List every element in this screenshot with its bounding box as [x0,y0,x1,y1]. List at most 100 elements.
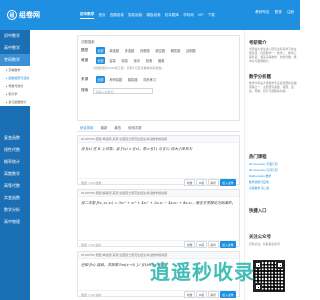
collect-button[interactable]: 收藏 [184,240,196,249]
search-input[interactable]: 请输入关键词 [93,88,153,94]
chip-type-judge[interactable]: 判断题 [138,47,151,54]
sidebar-item-higher-algebra[interactable]: 高等代数 [0,180,30,192]
course-link[interactable]: 3D Geometry 空间几何 [249,168,278,172]
filter-row-type: 题型 全部 单选题 多选题 判断题 填空题 解答题 证明题 [81,47,197,54]
analysis-button[interactable]: 解析 [207,240,219,249]
sidebar-item-junior-math[interactable]: 初中数学 [0,30,30,42]
chip-type-answer[interactable]: 解答题 [169,47,182,54]
tab-hottest[interactable]: 最热 [114,125,121,130]
nav-vip[interactable]: VIP [198,12,204,18]
analysis-button[interactable]: 解析 [207,290,219,299]
report-error-button[interactable]: 纠错 [196,240,207,249]
question-text: 设 f(x) 在 R 上可导，且 f′(x) > f(x)，则 e·f(1) 与… [81,147,193,151]
report-error-button[interactable]: 纠错 [196,290,207,299]
chip-src-all[interactable]: 全部 [95,76,106,83]
logo-icon: 组 [7,10,17,20]
question-stem: 设二次型 f(x₁,x₂,x₃) = 3x₁² + x₂² + 4x₃² + 2… [78,197,239,240]
section-text: 扫码关注，获取最新资讯 [249,242,280,246]
nav-school-bank[interactable]: 校本题库 [165,12,179,19]
tab-newest[interactable]: 最新 [101,125,108,130]
section-text: 考研是大学生进入研究生阶段学习的主要途径，包括数学一、数学二、数学三等科目，涵盖… [249,47,297,63]
chip-type-proof[interactable]: 证明题 [184,47,197,54]
sidebar-sub-label: 函数极限与连续 [8,76,30,80]
sidebar-sub-derivative[interactable]: ▸导数与微分 [0,82,30,90]
filter-label: 难度 [81,57,89,62]
nav-template[interactable]: 模板组卷 [146,12,160,19]
course-link[interactable]: 数学建模与应用 [249,180,269,184]
filter-panel: 试题搜索 题型 全部 单选题 多选题 判断题 填空题 解答题 证明题 难度 全部… [77,35,240,121]
filter-label: 搜索 [81,88,89,92]
question-actions: 收藏 纠错 解析 加入试卷 [184,290,236,299]
filter-row-source: 来源 全部 考研真题 模拟题 同步练习 [81,76,158,83]
collect-button[interactable]: 收藏 [184,290,196,299]
sidebar-item-complex[interactable]: 复变函数 [0,132,30,144]
chip-src-real[interactable]: 考研真题 [108,76,124,83]
question-stem: 设 f(x) 在 R 上可导，且 f′(x) > f(x)，则 e·f(1) 与… [78,143,239,178]
course-link[interactable]: 高等数学 第二版 [249,186,269,190]
chip-src-mock[interactable]: 模拟题 [126,76,139,83]
chip-diff-hard[interactable]: 困难 [156,57,166,64]
teacher-zone-link[interactable]: 教师专区 [255,10,269,15]
sort-tabs: 综合排序 最新 最热 使用次数 [77,124,240,132]
chip-type-single[interactable]: 单选题 [108,47,121,54]
sidebar-item-discrete[interactable]: 离散数学 [0,168,30,180]
chip-diff-all[interactable]: 全部 [95,57,106,64]
sidebar-sub-limits[interactable]: ▸函数极限与连续 [0,74,30,82]
sidebar-sub-label: 积分学 [8,92,18,96]
collect-button[interactable]: 收藏 [184,178,196,187]
course-link[interactable]: Mathematics 数学 [249,174,271,178]
filter-note: 试题数量共1200余万题，另有5万套试卷等你来组卷。 [93,66,165,70]
question-difficulty: 难度: 0.65 较难 [81,180,102,185]
filter-row-difficulty: 难度 全部 容易 较易 适中 较难 困难 [81,57,166,64]
tab-usage[interactable]: 使用次数 [128,125,142,130]
question-card: ID:165754 题型:单选题 来源:全国硕士研究生招生考试数学模拟题 设 f… [77,135,240,187]
analysis-button[interactable]: 解析 [207,178,219,187]
chip-diff-fairly-hard[interactable]: 较难 [144,57,154,64]
question-difficulty: 难度: 0.40 适中 [81,292,102,297]
login-link[interactable]: 登录 [275,10,282,15]
sidebar-item-physics[interactable]: 高中物理 [0,216,30,228]
nav-home[interactable]: 首页 [98,12,105,19]
question-actions: 收藏 纠错 解析 加入试卷 [184,178,236,187]
sidebar-sub-advanced-math[interactable]: ▾高等数学 [0,66,30,74]
chip-diff-medium[interactable]: 适中 [132,57,142,64]
sidebar-item-real-analysis[interactable]: 实变函数 [0,192,30,204]
sidebar-sub-integral[interactable]: ▸积分学 [0,90,30,98]
add-to-paper-button[interactable]: 加入试卷 [219,240,236,249]
question-footer: 难度: 0.40 适中 收藏 纠错 解析 加入试卷 [78,290,239,299]
site-logo[interactable]: 组 组卷网 [7,8,40,22]
add-to-paper-button[interactable]: 加入试卷 [219,290,236,299]
sidebar-sub-label: 导数与微分 [8,84,24,88]
tab-overall[interactable]: 综合排序 [80,125,94,130]
sidebar-item-senior-math[interactable]: 高中数学 [0,42,30,54]
section-title: 数学分析题 [249,74,271,79]
register-link[interactable]: 注册 [287,10,294,15]
qr-corner [276,261,284,269]
nav-subject[interactable]: 初中数学 [80,11,95,19]
chip-type-fill[interactable]: 填空题 [154,47,167,54]
chip-type-multi[interactable]: 多选题 [123,47,136,54]
nav-smart[interactable]: 智能组卷 [128,12,142,19]
sidebar-sub-label: 高等数学 [8,68,21,72]
chip-type-all[interactable]: 全部 [95,47,106,54]
report-error-button[interactable]: 纠错 [196,178,207,187]
sidebar-item-linear-algebra[interactable]: 线性代数 [0,144,30,156]
nav-xkw[interactable]: 学科网 [183,12,194,19]
add-to-paper-button[interactable]: 加入试卷 [219,178,236,187]
course-link[interactable]: 2D Geometry 平面几何 [249,162,278,166]
chip-diff-easy[interactable]: 容易 [108,57,118,64]
section-title: 考研简介 [249,40,267,45]
nav-select[interactable]: 选题组卷 [110,12,124,19]
nav-download[interactable]: 下载 [208,12,215,19]
sidebar-item-grad-math[interactable]: 考研数学 [0,54,30,66]
user-links: 教师专区 登录 注册 [255,10,294,15]
sidebar-sub-multivariable[interactable]: ▸多元函数微分 [0,98,30,106]
section-text: 数学分析是大学数学专业最重要的基础课程之一，主要研究函数、极限、连续、导数、积分… [249,81,297,93]
sidebar-item-math-analysis[interactable]: 数学分析 [0,204,30,216]
logo-text: 组卷网 [19,12,40,19]
chip-diff-fairly-easy[interactable]: 较易 [120,57,130,64]
sidebar-item-probability[interactable]: 概率统计 [0,156,30,168]
chip-src-sync[interactable]: 同步练习 [142,76,158,83]
question-meta: ID:165753 题型:解答题 来源:全国硕士研究生招生考试数学模拟题 [78,190,239,197]
